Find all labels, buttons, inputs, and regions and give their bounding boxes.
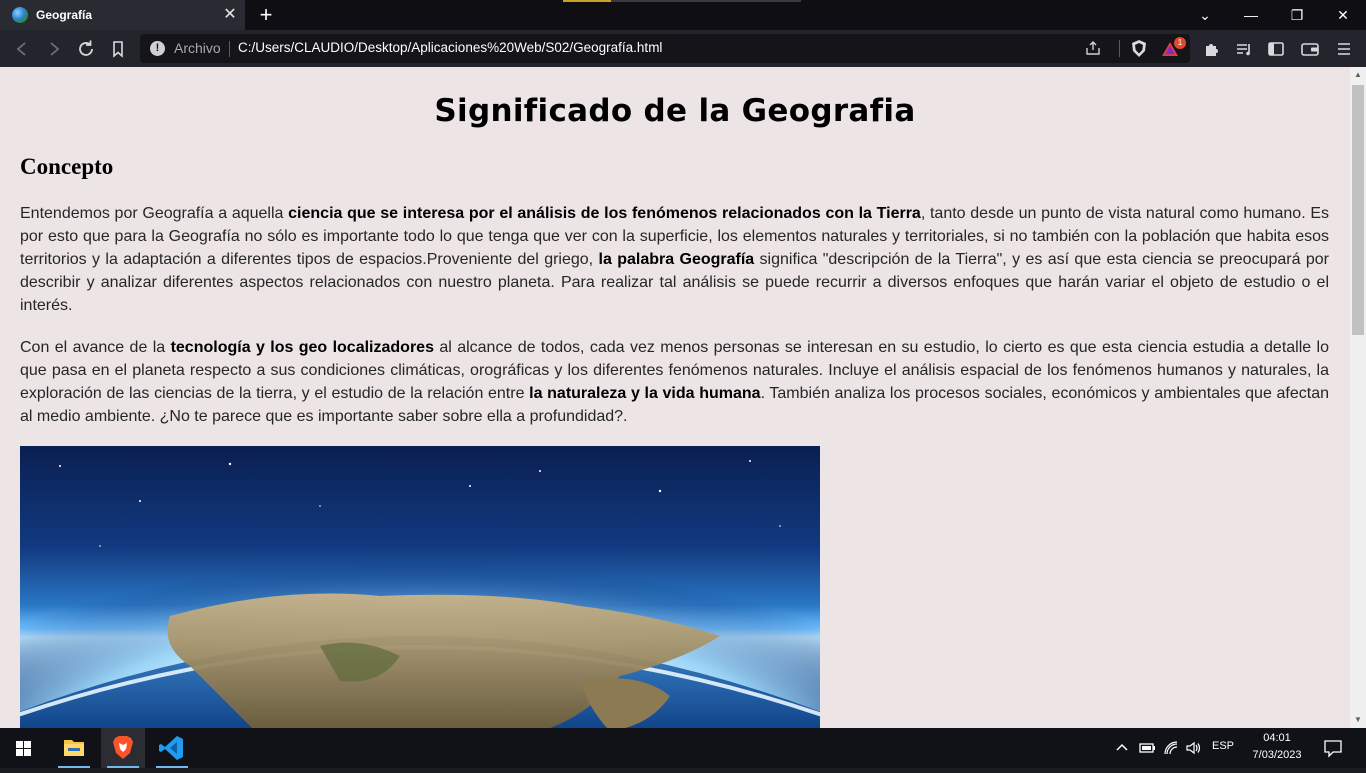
address-bar[interactable]: ! Archivo C:/Users/CLAUDIO/Desktop/Aplic…	[140, 34, 1190, 63]
reload-button[interactable]	[73, 36, 99, 62]
clock-time[interactable]: 04:01	[1244, 732, 1310, 744]
wifi-icon[interactable]	[1162, 739, 1180, 757]
clock-date[interactable]: 7/03/2023	[1244, 749, 1310, 761]
scroll-down-arrow-icon[interactable]: ▼	[1350, 714, 1366, 726]
text-run: Con el avance de la	[20, 339, 171, 356]
brave-shield-icon[interactable]	[1130, 39, 1148, 58]
page-scrollbar[interactable]: ▲ ▼	[1350, 67, 1366, 728]
bold-text: tecnología y los geo localizadores	[170, 339, 434, 356]
menu-button[interactable]	[1331, 36, 1357, 62]
paragraph-2: Con el avance de la tecnología y los geo…	[20, 336, 1329, 428]
site-info-icon[interactable]: !	[150, 41, 165, 56]
text-run: Entendemos por Geografía a aquella	[20, 205, 289, 222]
section-heading-concepto: Concepto	[20, 154, 114, 179]
bookmark-button[interactable]	[105, 36, 131, 62]
browser-titlebar: Geografía ✕ + ⌄ — ❐ ✕	[0, 0, 1366, 30]
globe-icon	[12, 7, 28, 23]
reload-icon	[79, 40, 93, 56]
tab-strip-indicator	[563, 0, 611, 2]
forward-arrow-icon	[50, 42, 60, 56]
windows-taskbar: ESP 04:01 7/03/2023	[0, 728, 1366, 768]
file-explorer-icon	[64, 740, 84, 756]
close-tab-icon[interactable]: ✕	[221, 6, 239, 24]
earth-from-space-image	[20, 446, 820, 728]
hamburger-menu-icon	[1338, 43, 1350, 55]
taskbar-vscode[interactable]	[150, 728, 194, 768]
scroll-up-arrow-icon[interactable]: ▲	[1350, 69, 1366, 81]
back-arrow-icon	[16, 42, 26, 56]
restore-button[interactable]: ❐	[1274, 0, 1320, 30]
input-language[interactable]: ESP	[1212, 740, 1234, 752]
tab-strip-divider	[611, 0, 801, 2]
bold-text: la naturaleza y la vida humana	[529, 385, 761, 402]
rewards-badge: 1	[1174, 37, 1186, 49]
scroll-thumb[interactable]	[1352, 85, 1364, 335]
volume-icon[interactable]	[1185, 739, 1203, 757]
playlist-icon	[1237, 44, 1250, 56]
new-tab-button[interactable]: +	[255, 3, 277, 27]
battery-icon[interactable]	[1138, 739, 1156, 757]
start-button[interactable]	[0, 728, 48, 768]
page-title: Significado de la Geografia	[434, 93, 916, 129]
browser-toolbar: ! Archivo C:/Users/CLAUDIO/Desktop/Aplic…	[0, 30, 1366, 67]
sidebar-button[interactable]	[1263, 36, 1289, 62]
extensions-button[interactable]	[1199, 36, 1225, 62]
scheme-label: Archivo	[174, 40, 221, 56]
sidebar-icon	[1268, 42, 1284, 56]
url-text[interactable]: C:/Users/CLAUDIO/Desktop/Aplicaciones%20…	[238, 40, 662, 55]
wallet-button[interactable]	[1297, 36, 1323, 62]
puzzle-icon	[1206, 44, 1218, 56]
vscode-icon	[159, 736, 183, 760]
media-playlist-button[interactable]	[1231, 36, 1257, 62]
taskbar-brave-browser[interactable]	[101, 728, 145, 768]
taskbar-file-explorer[interactable]	[52, 728, 96, 768]
windows-logo-icon	[16, 741, 31, 756]
bold-text: la palabra Geografía	[598, 251, 755, 268]
share-icon[interactable]	[1084, 39, 1102, 57]
address-separator	[229, 41, 230, 57]
wallet-icon	[1301, 43, 1319, 56]
tab-title: Geografía	[36, 8, 93, 22]
forward-button[interactable]	[41, 36, 67, 62]
minimize-button[interactable]: —	[1228, 0, 1274, 30]
page-viewport: Significado de la Geografia Concepto Ent…	[0, 67, 1350, 728]
brave-browser-icon	[113, 736, 133, 759]
bold-text: ciencia que se interesa por el análisis …	[288, 205, 921, 222]
notifications-icon[interactable]	[1322, 738, 1344, 758]
tab-geografia[interactable]: Geografía ✕	[0, 0, 245, 30]
address-separator-2	[1119, 40, 1120, 57]
back-button[interactable]	[9, 36, 35, 62]
show-hidden-icons-chevron-icon[interactable]	[1113, 739, 1131, 757]
tab-search-chevron-icon[interactable]: ⌄	[1182, 0, 1228, 30]
close-window-button[interactable]: ✕	[1320, 0, 1366, 30]
bookmark-icon	[113, 41, 123, 58]
paragraph-1: Entendemos por Geografía a aquella cienc…	[20, 202, 1329, 317]
